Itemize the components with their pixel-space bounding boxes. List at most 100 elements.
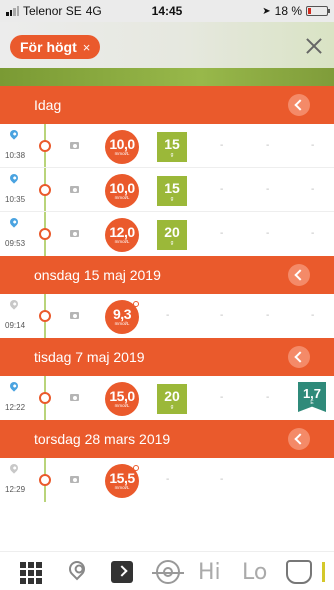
glucose-value: 12,0 bbox=[109, 224, 135, 240]
food-icon bbox=[286, 560, 312, 584]
carbs-value: 20 bbox=[164, 224, 180, 240]
section-title: torsdag 28 mars 2019 bbox=[34, 431, 171, 447]
tab-overview[interactable] bbox=[14, 552, 48, 590]
glucose-badge: 15,5 mmol/L bbox=[105, 464, 139, 498]
tab-target[interactable] bbox=[150, 552, 184, 590]
empty-value: - bbox=[266, 184, 270, 195]
log-entry-row[interactable]: 10:35 10,0 mmol/L 15 g - - - bbox=[0, 168, 334, 212]
location-pin-icon bbox=[8, 216, 20, 228]
status-bar: Telenor SE 4G 14:45 ➤ 18 % bbox=[0, 0, 334, 22]
empty-value: - bbox=[311, 140, 315, 151]
timeline-node bbox=[39, 392, 51, 404]
empty-value: - bbox=[220, 474, 224, 485]
empty-value: - bbox=[266, 392, 270, 403]
section-header: onsdag 15 maj 2019 bbox=[0, 256, 334, 294]
timeline-node bbox=[39, 140, 51, 152]
hi-icon: Hi bbox=[198, 560, 221, 585]
tab-logbook[interactable] bbox=[104, 552, 138, 590]
header-banner bbox=[0, 68, 334, 86]
entry-time: 12:22 bbox=[5, 403, 26, 412]
target-icon bbox=[152, 560, 184, 584]
filter-chip-remove-icon[interactable]: × bbox=[83, 40, 91, 55]
battery-icon bbox=[306, 6, 330, 16]
tab-map[interactable] bbox=[60, 552, 94, 590]
carbs-badge: 15 g bbox=[157, 176, 187, 206]
log-entry-row[interactable]: 09:53 12,0 mmol/L 20 g - - - bbox=[0, 212, 334, 256]
empty-value: - bbox=[220, 392, 224, 403]
section-header: torsdag 28 mars 2019 bbox=[0, 420, 334, 458]
log-entry-row[interactable]: 12:29 15,5 mmol/L - - bbox=[0, 458, 334, 502]
camera-icon[interactable] bbox=[70, 312, 79, 319]
chevron-left-icon[interactable] bbox=[288, 94, 310, 116]
tab-lo[interactable]: Lo bbox=[238, 552, 272, 590]
glucose-value: 15,5 bbox=[109, 470, 135, 486]
bottom-tab-bar: Hi Lo bbox=[0, 551, 334, 590]
tab-hi[interactable]: Hi bbox=[194, 552, 228, 590]
camera-icon[interactable] bbox=[70, 394, 79, 401]
entry-time: 09:53 bbox=[5, 239, 26, 248]
empty-value: - bbox=[220, 184, 224, 195]
carbs-badge: 20 g bbox=[157, 220, 187, 250]
map-pin-icon bbox=[65, 557, 89, 581]
glucose-badge: 10,0 mmol/L bbox=[105, 174, 139, 208]
empty-value: - bbox=[266, 140, 270, 151]
close-icon[interactable] bbox=[302, 34, 326, 58]
tab-meals[interactable] bbox=[320, 552, 334, 590]
glucose-badge: 15,0 mmol/L bbox=[105, 382, 139, 416]
filter-chip[interactable]: För högt × bbox=[10, 35, 101, 59]
glucose-badge: 12,0 mmol/L bbox=[105, 218, 139, 252]
empty-value: - bbox=[220, 140, 224, 151]
carbs-unit: g bbox=[170, 240, 174, 246]
log-entry-row[interactable]: 12:22 15,0 mmol/L 20 g - - 1,7 E bbox=[0, 376, 334, 420]
empty-value: - bbox=[311, 310, 315, 321]
location-pin-icon bbox=[8, 172, 20, 184]
carbs-value: 20 bbox=[164, 388, 180, 404]
battery-label: 18 % bbox=[274, 4, 302, 18]
location-pin-icon bbox=[8, 380, 20, 392]
comment-dot-icon bbox=[133, 301, 139, 307]
section-header: Idag bbox=[0, 86, 334, 124]
location-arrow-icon: ➤ bbox=[262, 5, 271, 17]
log-entry-row[interactable]: 09:14 9,3 mmol/L - - - - bbox=[0, 294, 334, 338]
tab-food[interactable] bbox=[282, 552, 316, 590]
camera-icon[interactable] bbox=[70, 186, 79, 193]
carbs-unit: g bbox=[170, 404, 174, 410]
carbs-badge: 15 g bbox=[157, 132, 187, 162]
empty-value: - bbox=[266, 228, 270, 239]
section-title: onsdag 15 maj 2019 bbox=[34, 267, 161, 283]
filter-chip-label: För högt bbox=[20, 39, 77, 55]
glucose-unit: mmol/L bbox=[114, 321, 130, 326]
log-list: Idag 10:38 10,0 mmol/L 15 g - - - 10:35 … bbox=[0, 86, 334, 534]
comment-dot-icon bbox=[133, 465, 139, 471]
location-pin-icon bbox=[8, 128, 20, 140]
chevron-left-icon[interactable] bbox=[288, 428, 310, 450]
chevron-left-icon[interactable] bbox=[288, 264, 310, 286]
empty-value: - bbox=[311, 228, 315, 239]
glucose-value: 15,0 bbox=[109, 388, 135, 404]
carbs-value: 15 bbox=[164, 136, 180, 152]
log-entry-row[interactable]: 10:38 10,0 mmol/L 15 g - - - bbox=[0, 124, 334, 168]
insulin-value: 1,7 bbox=[302, 386, 322, 401]
status-right: ➤ 18 % bbox=[262, 4, 330, 18]
camera-icon[interactable] bbox=[70, 142, 79, 149]
section-title: tisdag 7 maj 2019 bbox=[34, 349, 145, 365]
empty-value: - bbox=[166, 310, 170, 321]
lo-icon: Lo bbox=[242, 560, 268, 585]
entry-time: 12:29 bbox=[5, 485, 26, 494]
carbs-unit: g bbox=[170, 152, 174, 158]
empty-value: - bbox=[311, 184, 315, 195]
section-header: tisdag 7 maj 2019 bbox=[0, 338, 334, 376]
location-pin-icon bbox=[8, 298, 20, 310]
glucose-badge: 9,3 mmol/L bbox=[105, 300, 139, 334]
chevron-left-icon[interactable] bbox=[288, 346, 310, 368]
entry-time: 10:35 bbox=[5, 195, 26, 204]
glucose-value: 9,3 bbox=[113, 306, 131, 322]
section-title: Idag bbox=[34, 97, 62, 113]
camera-icon[interactable] bbox=[70, 230, 79, 237]
entry-time: 09:14 bbox=[5, 321, 26, 330]
empty-value: - bbox=[220, 310, 224, 321]
camera-icon[interactable] bbox=[70, 476, 79, 483]
glucose-badge: 10,0 mmol/L bbox=[105, 130, 139, 164]
logbook-icon bbox=[111, 561, 133, 583]
location-pin-icon bbox=[8, 462, 20, 474]
